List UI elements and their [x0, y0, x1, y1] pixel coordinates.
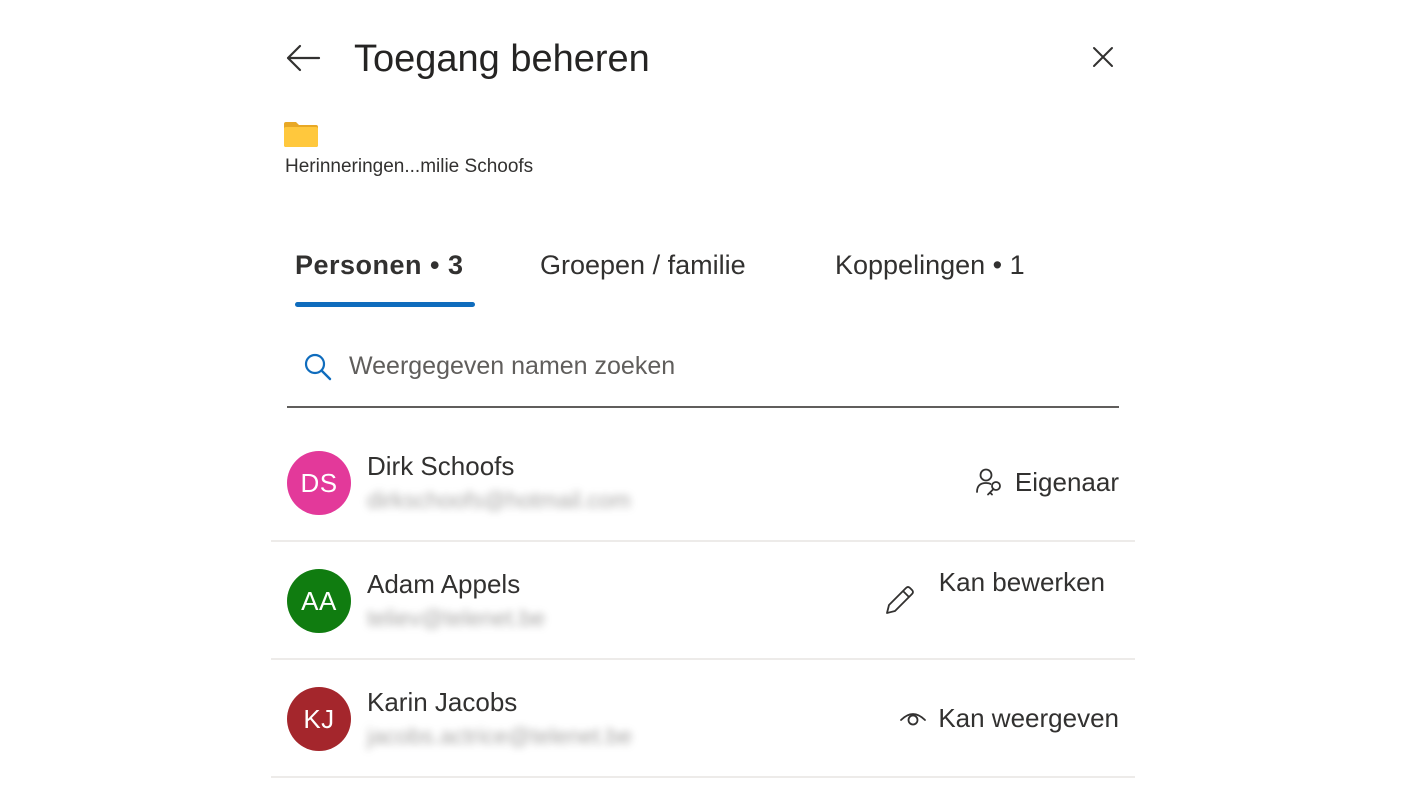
page-title: Toegang beheren	[354, 38, 650, 80]
person-email: dirkschoofs@hotmail.com	[367, 487, 631, 513]
people-list: DS Dirk Schoofs dirkschoofs@hotmail.com …	[271, 424, 1135, 778]
tab-bar: Personen • 3 Groepen / familie Koppeling…	[0, 243, 1408, 313]
person-name: Dirk Schoofs	[367, 451, 515, 481]
person-email: teliev@telenet.be	[367, 605, 546, 631]
close-button[interactable]	[1086, 40, 1120, 74]
avatar: KJ	[287, 687, 351, 751]
search-icon	[304, 353, 332, 381]
folder-icon	[284, 122, 318, 147]
active-tab-indicator	[295, 302, 475, 307]
arrow-left-icon	[286, 44, 321, 72]
avatar: AA	[287, 569, 351, 633]
role-label: Eigenaar	[1014, 466, 1119, 497]
close-icon	[1093, 47, 1113, 67]
search-input[interactable]	[349, 344, 1089, 388]
search-box	[287, 336, 1119, 408]
person-name: Karin Jacobs	[367, 687, 518, 717]
tab-koppelingen[interactable]: Koppelingen • 1	[835, 243, 1025, 287]
role-label: Kan bewerken	[938, 566, 1105, 597]
manage-access-panel: Toegang beheren Herinneringen...milie Sc…	[0, 0, 1408, 792]
list-item[interactable]: DS Dirk Schoofs dirkschoofs@hotmail.com …	[271, 424, 1135, 542]
person-email: jacobs.actrice@telenet.be	[367, 723, 632, 749]
role-button[interactable]: Kan bewerken	[881, 566, 1105, 614]
role-label: Kan weergeven	[938, 702, 1119, 733]
tab-groepen-familie[interactable]: Groepen / familie	[540, 243, 746, 287]
tab-personen[interactable]: Personen • 3	[295, 243, 464, 287]
list-item[interactable]: AA Adam Appels teliev@telenet.be Kan bew…	[271, 542, 1135, 660]
role-button[interactable]: Eigenaar	[975, 464, 1119, 500]
person-name: Adam Appels	[367, 569, 521, 599]
eye-icon	[898, 703, 928, 733]
owner-key-icon	[975, 467, 1005, 497]
list-item[interactable]: KJ Karin Jacobs jacobs.actrice@telenet.b…	[271, 660, 1135, 778]
back-button[interactable]	[282, 38, 324, 78]
avatar: DS	[287, 451, 351, 515]
item-name: Herinneringen...milie Schoofs	[285, 156, 534, 177]
role-button[interactable]: Kan weergeven	[898, 700, 1119, 736]
pencil-icon	[881, 583, 917, 619]
